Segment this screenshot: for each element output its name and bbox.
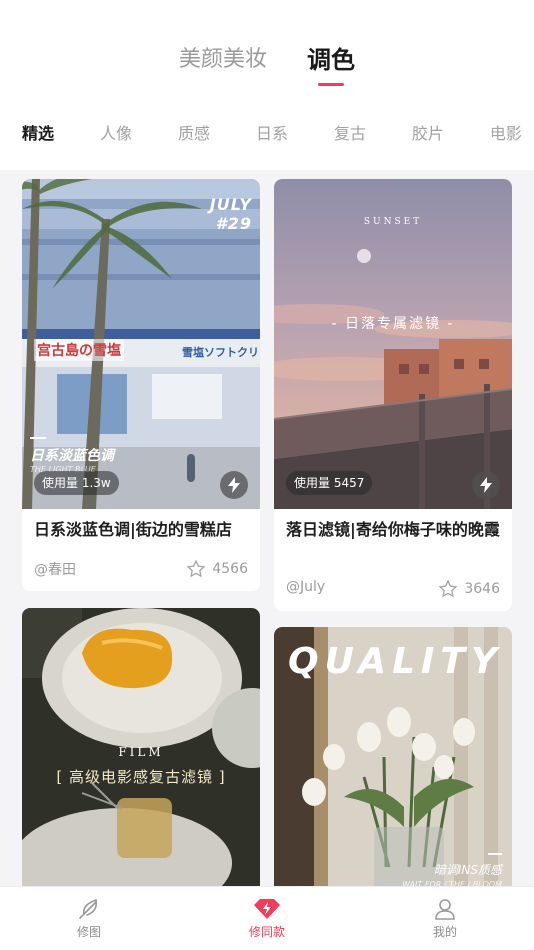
shop-sign-right: 雪塩ソフトクリ: [182, 346, 259, 359]
overlay-month: JULY: [209, 195, 252, 214]
star-icon: [438, 579, 458, 598]
overlay-caption: 暗调INS质感: [433, 863, 502, 877]
filter-card[interactable]: SUNSET - 日落专属滤镜 - 使用量 5457 落日滤镜|寄给你梅子味的晚…: [274, 179, 512, 611]
person-icon: [435, 899, 455, 920]
nav-same-style[interactable]: 修同款: [178, 887, 356, 950]
overlay-title: QUALITY: [288, 641, 504, 682]
category-texture[interactable]: 质感: [178, 120, 210, 144]
usage-count-badge: 使用量 1.3w: [34, 471, 119, 495]
tab-label: 美颜美妆: [178, 47, 267, 72]
filter-preview-image[interactable]: SUNSET - 日落专属滤镜 - 使用量 5457: [274, 179, 512, 509]
author-name[interactable]: @July: [286, 579, 325, 595]
filter-preview-image[interactable]: QUALITY 暗调INS质感 WAIT FOR / THE / BLOOM: [274, 627, 512, 898]
caption-dash: [488, 853, 502, 855]
filter-preview-image[interactable]: FILM [ 高级电影感复古滤镜 ]: [22, 608, 260, 898]
filter-title: 日系淡蓝色调|街边的雪糕店: [34, 520, 232, 539]
diamond-bolt-icon: [254, 899, 280, 919]
tab-underline: [318, 83, 344, 86]
apply-filter-button[interactable]: [472, 471, 500, 499]
overlay-caption: [ 高级电影感复古滤镜 ]: [56, 768, 226, 786]
filter-title: 落日滤镜|寄给你梅子味的晚霞: [286, 520, 500, 539]
nav-label: 修图: [76, 925, 101, 939]
shop-sign-left: 宫古島の雪塩: [34, 339, 124, 361]
top-tab-bar: 美颜美妆 调色: [0, 40, 534, 86]
nav-profile[interactable]: 我的: [356, 887, 534, 950]
usage-count-badge: 使用量 5457: [286, 471, 373, 495]
filter-card[interactable]: QUALITY 暗调INS质感 WAIT FOR / THE / BLOOM: [274, 627, 512, 898]
caption-dash: [30, 437, 46, 439]
favorite-count[interactable]: 3646: [438, 579, 500, 599]
overlay-number: #29: [215, 214, 252, 233]
overlay-caption: - 日落专属滤镜 -: [331, 316, 455, 332]
category-tab-bar: 精选 人像 质感 日系 复古 胶片 电影: [22, 120, 522, 144]
bolt-icon: [480, 477, 492, 493]
category-film[interactable]: 胶片: [412, 120, 444, 144]
tab-beauty-makeup[interactable]: 美颜美妆: [179, 40, 267, 80]
bottom-navigation: 修图 修同款 我的: [0, 886, 534, 950]
overlay-caption: 日系淡蓝色调: [30, 448, 114, 464]
author-name[interactable]: @春田: [34, 559, 76, 579]
favorite-count-value: 4566: [212, 561, 248, 577]
category-movie[interactable]: 电影: [490, 120, 522, 144]
filter-card[interactable]: FILM [ 高级电影感复古滤镜 ]: [22, 608, 260, 898]
category-featured[interactable]: 精选: [22, 120, 54, 144]
apply-filter-button[interactable]: [220, 471, 248, 499]
category-portrait[interactable]: 人像: [100, 120, 132, 144]
filter-preview-image[interactable]: JULY #29 宫古島の雪塩 雪塩ソフトクリ 日系淡蓝色调 THE LIGHT…: [22, 179, 260, 509]
tab-color-grading[interactable]: 调色: [307, 40, 355, 86]
favorite-count[interactable]: 4566: [186, 559, 248, 579]
feather-icon: [79, 898, 98, 919]
category-japanese[interactable]: 日系: [256, 120, 288, 144]
overlay-title: FILM: [118, 745, 164, 759]
tab-label: 调色: [307, 46, 355, 74]
header: 美颜美妆 调色 精选 人像 质感 日系 复古 胶片 电影: [0, 0, 534, 170]
nav-edit-photo[interactable]: 修图: [0, 887, 178, 950]
nav-label: 修同款: [248, 925, 285, 939]
sunset-bridge-photo: [274, 179, 512, 509]
category-retro[interactable]: 复古: [334, 120, 366, 144]
filter-card[interactable]: JULY #29 宫古島の雪塩 雪塩ソフトクリ 日系淡蓝色调 THE LIGHT…: [22, 179, 260, 591]
star-icon: [186, 559, 206, 578]
overlay-title: SUNSET: [363, 217, 423, 227]
nav-label: 我的: [432, 925, 457, 939]
date-overlay: JULY #29: [210, 195, 252, 233]
favorite-count-value: 3646: [464, 581, 500, 597]
bolt-icon: [228, 477, 240, 493]
